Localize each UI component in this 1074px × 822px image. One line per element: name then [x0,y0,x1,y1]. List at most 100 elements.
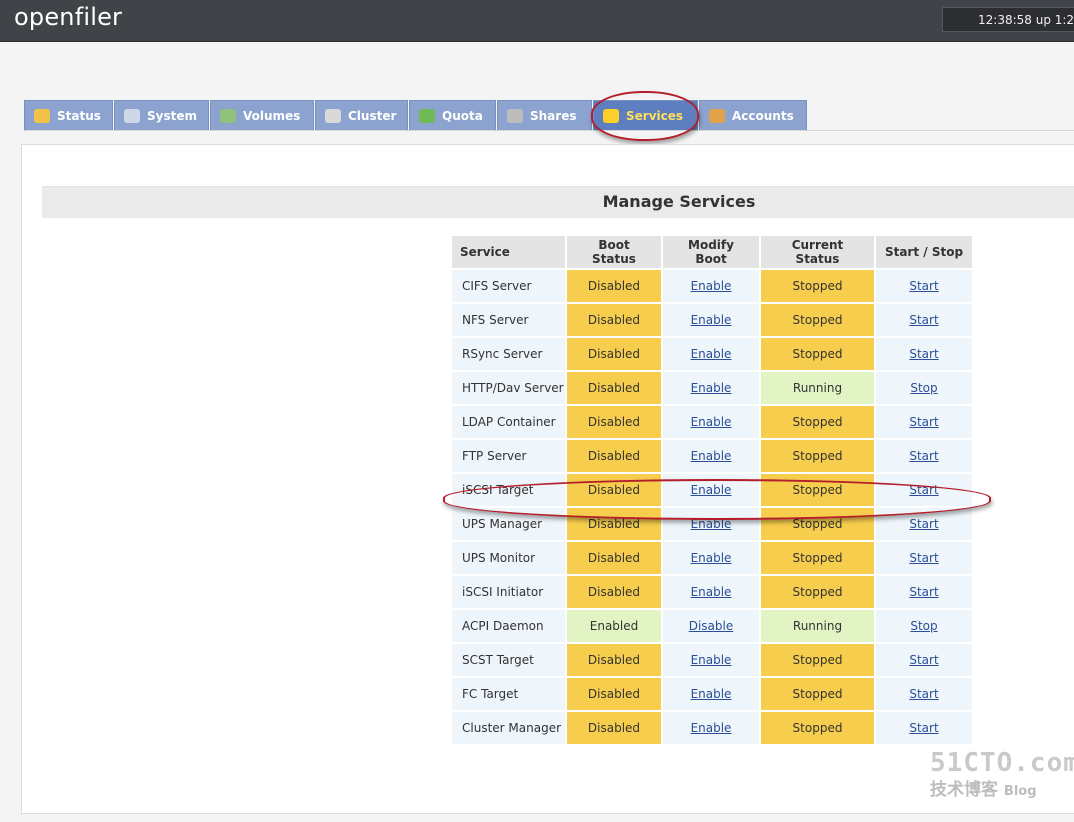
page-title: Manage Services [602,192,756,211]
quota-icon [419,109,435,123]
table-row: NFS Server Disabled Enable Stopped Start [452,304,972,336]
tab-label: Accounts [732,109,794,123]
current-status: Stopped [761,542,874,574]
system-icon [124,109,140,123]
table-row: HTTP/Dav Server Disabled Enable Running Stop [452,372,972,404]
start-link-cell: Start [876,270,972,302]
openfiler-logo[interactable]: openfiler [14,3,122,31]
current-status: Stopped [761,270,874,302]
start-link[interactable]: Start [909,585,938,599]
status-icon [34,109,50,123]
modify-boot-link[interactable]: Enable [691,687,732,701]
current-status: Stopped [761,678,874,710]
start-link[interactable]: Start [909,449,938,463]
start-link-cell: Start [876,678,972,710]
boot-status: Disabled [567,406,661,438]
volumes-icon [220,109,236,123]
tab-label: Status [57,109,101,123]
modify-boot-link[interactable]: Enable [691,585,732,599]
service-name: FTP Server [452,440,565,472]
modify-boot-link-cell: Disable [663,610,759,642]
tab-cluster[interactable]: Cluster [315,100,408,131]
modify-boot-link-cell: Enable [663,304,759,336]
modify-boot-link-cell: Enable [663,576,759,608]
boot-status: Disabled [567,712,661,744]
start-link-cell: Start [876,440,972,472]
modify-boot-link[interactable]: Enable [691,721,732,735]
start-link[interactable]: Start [909,279,938,293]
start-link[interactable]: Start [909,347,938,361]
stop-link[interactable]: Stop [910,619,937,633]
modify-boot-link[interactable]: Enable [691,551,732,565]
modify-boot-link[interactable]: Enable [691,653,732,667]
start-link[interactable]: Start [909,415,938,429]
current-status: Stopped [761,440,874,472]
service-name: UPS Monitor [452,542,565,574]
service-name: SCST Target [452,644,565,676]
shares-icon [507,109,523,123]
tab-divider [24,130,1074,131]
service-name: RSync Server [452,338,565,370]
boot-status: Disabled [567,644,661,676]
tab-quota[interactable]: Quota [409,100,496,131]
modify-boot-link[interactable]: Disable [689,619,734,633]
stop-link-cell: Stop [876,610,972,642]
tab-label: Volumes [243,109,301,123]
start-link-cell: Start [876,406,972,438]
start-link[interactable]: Start [909,721,938,735]
service-name: LDAP Container [452,406,565,438]
table-row: UPS Monitor Disabled Enable Stopped Start [452,542,972,574]
current-status: Stopped [761,576,874,608]
current-status: Stopped [761,406,874,438]
boot-status: Disabled [567,678,661,710]
service-name: iSCSI Initiator [452,576,565,608]
header-current-status: Current Status [761,236,874,268]
uptime-display: 12:38:58 up 1:25 [942,7,1074,32]
service-name: ACPI Daemon [452,610,565,642]
start-link[interactable]: Start [909,687,938,701]
modify-boot-link-cell: Enable [663,406,759,438]
tab-label: Cluster [348,109,397,123]
current-status: Stopped [761,338,874,370]
modify-boot-link[interactable]: Enable [691,415,732,429]
modify-boot-link-cell: Enable [663,644,759,676]
start-link[interactable]: Start [909,517,938,531]
current-status: Stopped [761,304,874,336]
tab-status[interactable]: Status [24,100,113,131]
start-link[interactable]: Start [909,551,938,565]
modify-boot-link[interactable]: Enable [691,313,732,327]
top-bar: openfiler 12:38:58 up 1:25 [0,0,1074,42]
tab-shares[interactable]: Shares [497,100,592,131]
start-link-cell: Start [876,542,972,574]
tab-system[interactable]: System [114,100,209,131]
modify-boot-link-cell: Enable [663,338,759,370]
tab-label: Shares [530,109,577,123]
accounts-icon [709,109,725,123]
start-link-cell: Start [876,644,972,676]
modify-boot-link[interactable]: Enable [691,279,732,293]
service-name: FC Target [452,678,565,710]
modify-boot-link[interactable]: Enable [691,381,732,395]
tab-accounts[interactable]: Accounts [699,100,807,131]
boot-status: Disabled [567,440,661,472]
modify-boot-link[interactable]: Enable [691,449,732,463]
boot-status: Disabled [567,576,661,608]
modify-boot-link[interactable]: Enable [691,347,732,361]
cluster-icon [325,109,341,123]
start-link[interactable]: Start [909,653,938,667]
modify-boot-link-cell: Enable [663,440,759,472]
modify-boot-link-cell: Enable [663,270,759,302]
boot-status: Disabled [567,270,661,302]
start-link[interactable]: Start [909,313,938,327]
table-row: CIFS Server Disabled Enable Stopped Start [452,270,972,302]
header-service: Service [452,236,565,268]
iscsi-target-highlight [443,479,991,520]
service-name: HTTP/Dav Server [452,372,565,404]
tab-volumes[interactable]: Volumes [210,100,314,131]
current-status: Running [761,610,874,642]
modify-boot-link-cell: Enable [663,542,759,574]
table-row: SCST Target Disabled Enable Stopped Start [452,644,972,676]
stop-link[interactable]: Stop [910,381,937,395]
services-tab-highlight [591,91,699,141]
table-row: iSCSI Initiator Disabled Enable Stopped Star… [452,576,972,608]
